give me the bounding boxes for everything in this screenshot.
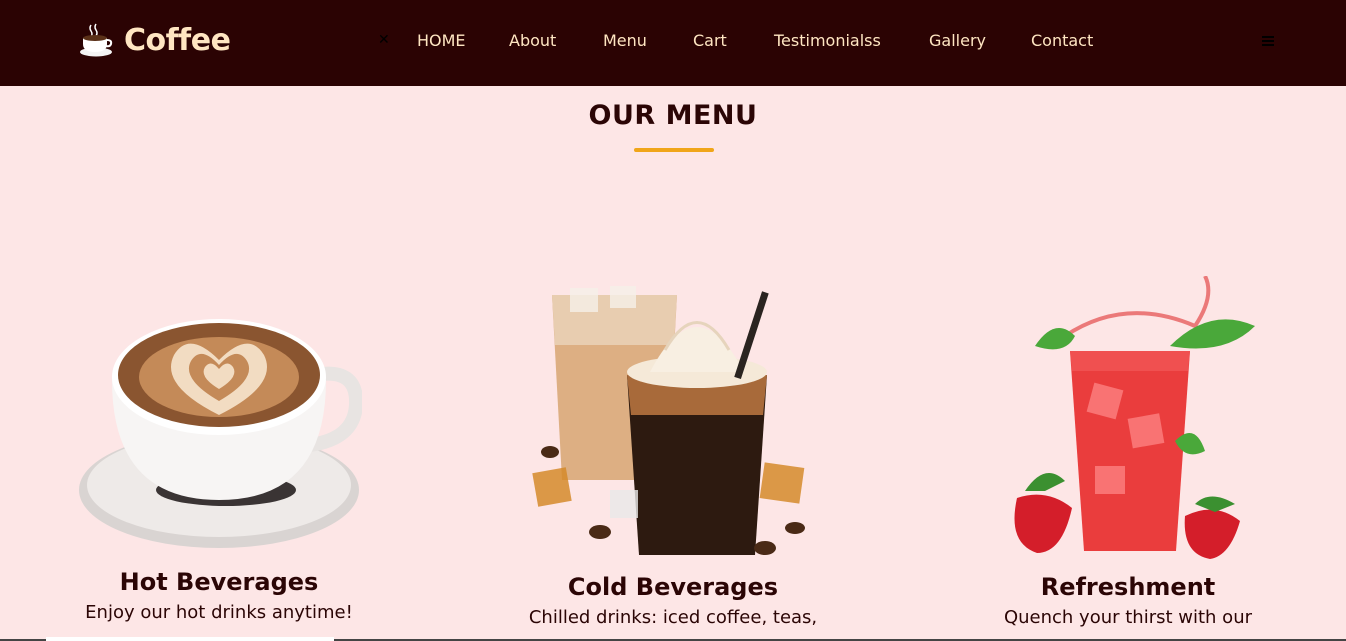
nav-item-about[interactable]: About (509, 31, 556, 50)
card-description: Chilled drinks: iced coffee, teas, (528, 607, 818, 628)
nav-item-gallery[interactable]: Gallery (929, 31, 986, 50)
site-header: Coffee ✕ HOME About Menu Cart Testimonia… (0, 0, 1346, 86)
card-description: Enjoy our hot drinks anytime! (85, 602, 353, 623)
brand-logo[interactable]: Coffee (78, 22, 231, 58)
card-description: Quench your thirst with our (1003, 607, 1253, 628)
iced-drinks-image (532, 286, 805, 555)
section-title: OUR MENU (588, 100, 758, 131)
coffee-cup-icon (80, 23, 113, 57)
nav-item-menu[interactable]: Menu (603, 31, 647, 50)
close-icon[interactable]: ✕ (378, 32, 390, 48)
coffee-cup-image (79, 319, 362, 548)
scroll-indicator (46, 637, 334, 641)
card-title: Refreshment (1040, 573, 1216, 601)
nav-item-contact[interactable]: Contact (1031, 31, 1093, 50)
brand-name: Coffee (124, 22, 231, 58)
strawberry-drink-image (1014, 276, 1255, 559)
nav-item-testimonials[interactable]: Testimonialss (774, 31, 881, 50)
card-title: Cold Beverages (567, 573, 779, 601)
hamburger-menu-icon[interactable] (1262, 36, 1274, 46)
title-underline (634, 148, 714, 152)
nav-item-home[interactable]: HOME (417, 31, 466, 50)
card-title: Hot Beverages (119, 568, 319, 596)
nav-item-cart[interactable]: Cart (693, 31, 727, 50)
